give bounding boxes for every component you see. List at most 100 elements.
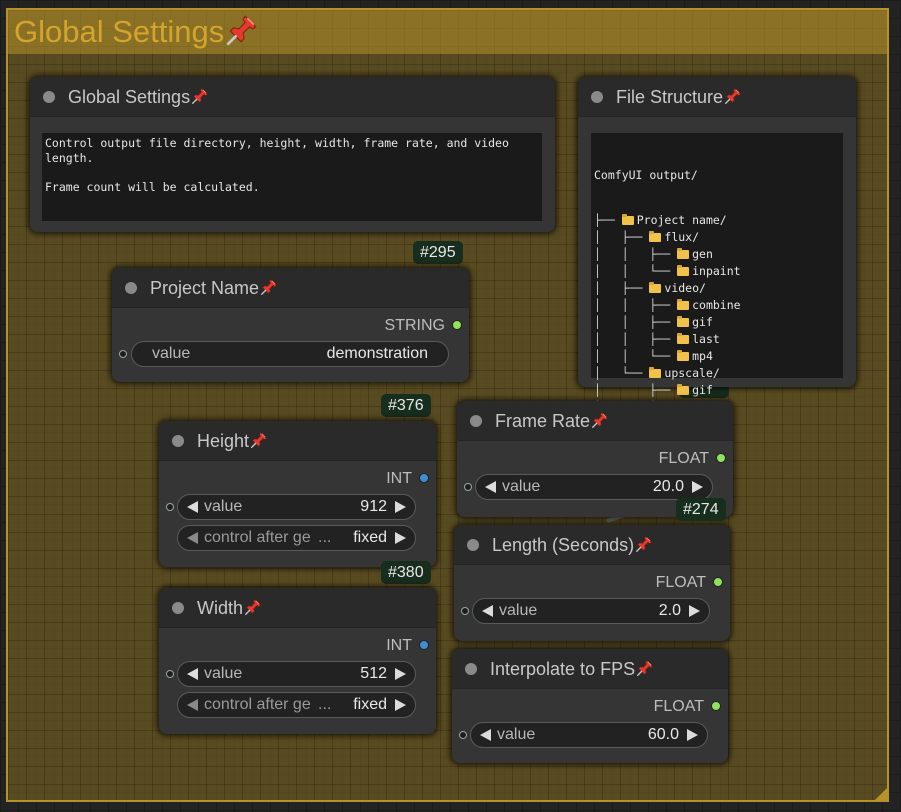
output-socket[interactable] (419, 473, 429, 483)
collapse-dot-icon[interactable] (125, 282, 137, 294)
tree-line: │ │ ├── gen (594, 246, 840, 263)
prev-option-arrow-icon[interactable] (187, 699, 198, 711)
prev-option-arrow-icon[interactable] (187, 532, 198, 544)
tree-branch: │ │ ├── (594, 315, 671, 329)
decrement-arrow-icon[interactable] (187, 668, 198, 680)
node-height[interactable]: Height INT value 912 control after ge ..… (159, 421, 436, 567)
interpolate-number-widget[interactable]: value 60.0 (470, 722, 708, 748)
tree-branch: │ ├── (594, 230, 643, 244)
folder-icon (677, 384, 690, 395)
folder-icon (649, 282, 662, 293)
input-socket[interactable] (166, 670, 174, 678)
tree-branch: │ │ ├── (594, 332, 671, 346)
output-socket[interactable] (452, 320, 462, 330)
node-width[interactable]: Width INT value 512 control after ge ...… (159, 588, 436, 734)
input-socket[interactable] (119, 350, 127, 358)
folder-icon (649, 231, 662, 242)
tree-item-name: flux/ (664, 230, 700, 244)
next-option-arrow-icon[interactable] (395, 532, 406, 544)
decrement-arrow-icon[interactable] (485, 481, 496, 493)
tree-line: │ │ ├── combine (594, 297, 840, 314)
widget-label: value (204, 665, 243, 682)
input-socket[interactable] (459, 731, 467, 739)
tree-item-name: gif (692, 315, 713, 329)
output-type-label: STRING (384, 317, 445, 334)
node-header[interactable]: Height (159, 421, 436, 461)
pin-icon (260, 278, 278, 296)
tree-item-name: gen (692, 247, 713, 261)
collapse-dot-icon[interactable] (172, 435, 184, 447)
increment-arrow-icon[interactable] (689, 605, 700, 617)
widget-label: control after ge (204, 696, 311, 713)
folder-icon (677, 316, 690, 327)
pin-icon (591, 411, 609, 429)
input-socket[interactable] (464, 483, 472, 491)
tree-line: │ │ ├── last (594, 331, 840, 348)
widget-value: 512 (360, 665, 387, 682)
node-length-seconds[interactable]: Length (Seconds) FLOAT value 2.0 (454, 525, 730, 641)
node-project-name[interactable]: Project Name STRING value demonstration (112, 268, 469, 382)
pin-icon (724, 87, 742, 105)
tree-line: │ │ └── mp4 (594, 348, 840, 365)
length-number-widget[interactable]: value 2.0 (472, 598, 710, 624)
output-socket[interactable] (711, 701, 721, 711)
node-file-structure[interactable]: File Structure ComfyUI output/ ├── Proje… (578, 77, 856, 431)
tree-item-name: video/ (664, 281, 706, 295)
decrement-arrow-icon[interactable] (482, 605, 493, 617)
collapse-dot-icon[interactable] (470, 415, 482, 427)
increment-arrow-icon[interactable] (395, 668, 406, 680)
tree-branch: │ ├── (594, 383, 671, 397)
frame-rate-number-widget[interactable]: value 20.0 (475, 474, 713, 500)
decrement-arrow-icon[interactable] (187, 501, 198, 513)
collapse-dot-icon[interactable] (172, 602, 184, 614)
tree-line: │ │ └── inpaint (594, 263, 840, 280)
node-id-badge: #295 (413, 241, 463, 264)
output-socket[interactable] (716, 453, 726, 463)
group-header[interactable]: Global Settings (8, 10, 887, 54)
node-title: Frame Rate (495, 411, 609, 432)
node-header[interactable]: Width (159, 588, 436, 628)
node-header[interactable]: File Structure (578, 77, 856, 117)
node-id-badge: #376 (381, 394, 431, 417)
file-structure-textbox[interactable]: ComfyUI output/ ├── Project name/│ ├── f… (591, 133, 843, 431)
collapse-dot-icon[interactable] (43, 91, 55, 103)
widget-label: value (204, 498, 243, 515)
notes-textbox[interactable]: Control output file directory, height, w… (42, 133, 542, 221)
width-control-combo[interactable]: control after ge ... fixed (177, 692, 416, 718)
height-control-combo[interactable]: control after ge ... fixed (177, 525, 416, 551)
collapse-dot-icon[interactable] (465, 663, 477, 675)
decrement-arrow-icon[interactable] (480, 729, 491, 741)
input-socket[interactable] (166, 503, 174, 511)
increment-arrow-icon[interactable] (395, 501, 406, 513)
collapse-dot-icon[interactable] (467, 539, 479, 551)
node-interpolate-fps[interactable]: Interpolate to FPS FLOAT value 60.0 (452, 649, 728, 763)
node-header[interactable]: Global Settings (30, 77, 555, 117)
node-header[interactable]: Project Name (112, 268, 469, 308)
node-title: Global Settings (68, 87, 209, 108)
node-header[interactable]: Interpolate to FPS (452, 649, 728, 689)
node-title: Height (197, 431, 268, 452)
increment-arrow-icon[interactable] (692, 481, 703, 493)
node-global-settings-note[interactable]: Global Settings Control output file dire… (30, 77, 555, 232)
widget-label: value (497, 726, 536, 743)
project-name-input[interactable]: value demonstration (131, 341, 449, 367)
node-header[interactable]: Length (Seconds) (454, 525, 730, 565)
folder-icon (677, 299, 690, 310)
height-number-widget[interactable]: value 912 (177, 494, 416, 520)
truncation-dots: ... (318, 529, 332, 546)
node-id-badge: #274 (676, 498, 726, 521)
collapse-dot-icon[interactable] (591, 91, 603, 103)
group-resize-handle[interactable] (875, 788, 887, 800)
tree-branch: ├── (594, 213, 615, 227)
output-socket[interactable] (419, 640, 429, 650)
output-type-label: FLOAT (658, 450, 709, 467)
output-socket[interactable] (713, 577, 723, 587)
next-option-arrow-icon[interactable] (395, 699, 406, 711)
node-header[interactable]: Frame Rate (457, 401, 733, 441)
width-number-widget[interactable]: value 512 (177, 661, 416, 687)
widget-label: control after ge (204, 529, 311, 546)
truncation-dots: ... (318, 696, 332, 713)
increment-arrow-icon[interactable] (687, 729, 698, 741)
input-socket[interactable] (461, 607, 469, 615)
output-type-label: INT (386, 637, 412, 654)
